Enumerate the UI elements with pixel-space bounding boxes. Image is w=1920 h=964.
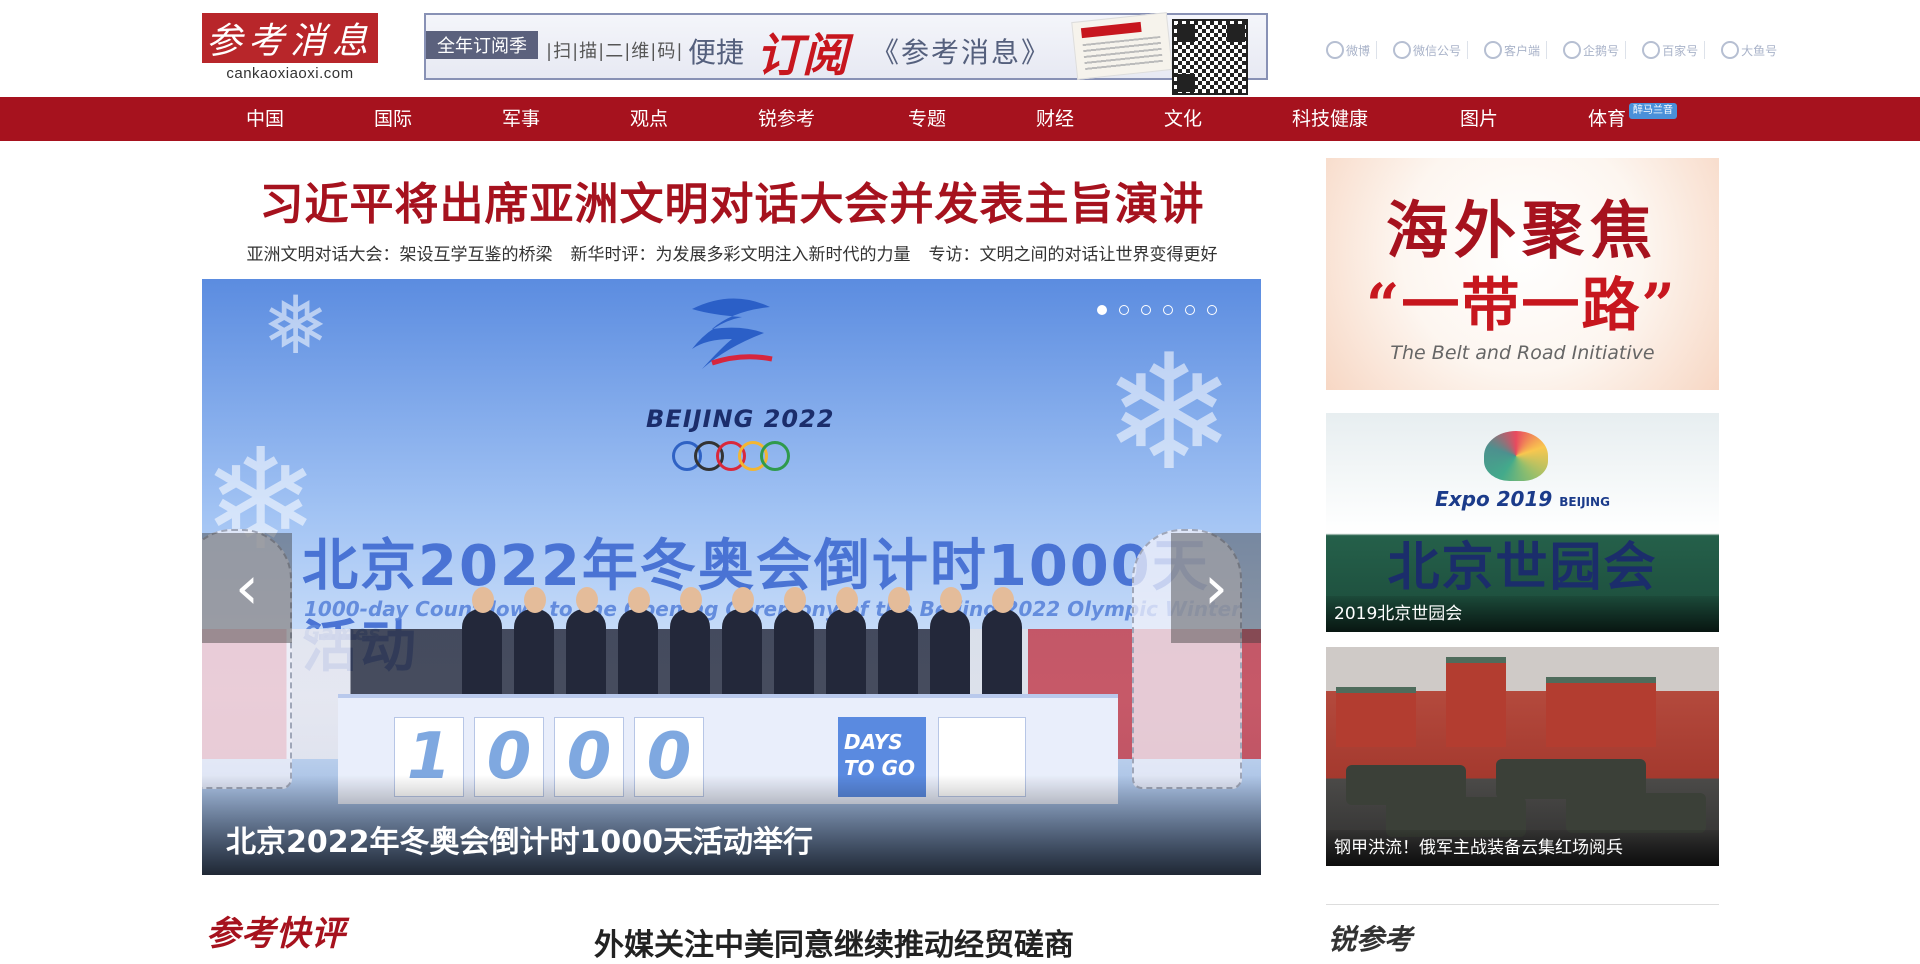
- thumb-caption: 钢甲洪流！俄军主战装备云集红场阅兵: [1326, 830, 1719, 866]
- newspaper-image: [1071, 12, 1173, 80]
- promo-belt-road[interactable]: 海外聚焦 “一带一路” The Belt and Road Initiative: [1326, 158, 1719, 390]
- expo-city: BEIJING: [1559, 495, 1610, 509]
- slider-dots: [1097, 305, 1217, 315]
- promo-red-square-parade[interactable]: 钢甲洪流！俄军主战装备云集红场阅兵: [1326, 647, 1719, 866]
- paper-name: 《参考消息》: [871, 36, 1052, 69]
- photo-slider[interactable]: ❄ ❄ ❅ BEIJING 2022 北京2022年冬奥会倒计时1000天活动 …: [202, 279, 1261, 875]
- social-links: 微博 微信公号 客户端 企鹅号 百家号 大鱼号: [1320, 32, 1783, 68]
- nav-badge: 醉马兰音: [1629, 103, 1678, 119]
- tower-shape: [1546, 677, 1656, 747]
- chevron-right-icon: ›: [1204, 553, 1228, 623]
- nav-item-sports: 体育: [1588, 108, 1627, 130]
- convenient-text: 便捷: [688, 36, 745, 69]
- nav-item-ruicankao[interactable]: 锐参考: [758, 97, 908, 141]
- social-wechat[interactable]: 微信公号: [1387, 41, 1469, 59]
- slider-next-button[interactable]: ›: [1171, 533, 1261, 643]
- sub-link[interactable]: 专访：文明之间的对话让世界变得更好: [929, 240, 1218, 265]
- nav-item-opinion[interactable]: 观点: [630, 97, 758, 141]
- site-header: 参考消息 cankaoxiaoxi.com 全年订阅季 |扫|描|二|维|码| …: [0, 0, 1920, 97]
- social-label: 微信公号: [1413, 43, 1462, 58]
- subscribe-text: 订阅: [756, 28, 848, 82]
- top-headline[interactable]: 习近平将出席亚洲文明对话大会并发表主旨演讲: [202, 168, 1262, 232]
- social-label: 客户端: [1504, 43, 1541, 58]
- slide-caption[interactable]: 北京2022年冬奥会倒计时1000天活动举行: [226, 817, 813, 861]
- social-label: 微博: [1346, 43, 1371, 58]
- subscribe-banner[interactable]: 全年订阅季 |扫|描|二|维|码| 便捷 订阅 《参考消息》: [424, 12, 1268, 95]
- sub-link[interactable]: 新华时评：为发展多彩文明注入新时代的力量: [571, 240, 911, 265]
- social-label: 大鱼号: [1741, 43, 1778, 58]
- social-weibo[interactable]: 微博: [1320, 41, 1378, 59]
- kuaiping-headline[interactable]: 外媒关注中美同意继续推动经贸磋商: [594, 920, 1074, 964]
- wechat-icon: [1393, 41, 1412, 59]
- nav-item-china[interactable]: 中国: [246, 97, 374, 141]
- penguin-icon: [1563, 41, 1582, 59]
- slider-dot[interactable]: [1097, 305, 1107, 315]
- baijia-icon: [1642, 41, 1661, 59]
- weibo-icon: [1326, 41, 1344, 59]
- sidebar-divider: [1326, 904, 1719, 905]
- app-icon: [1484, 41, 1503, 59]
- section-title-ruicankao: 锐参考: [1328, 923, 1413, 956]
- slider-dot[interactable]: [1119, 305, 1129, 315]
- slider-dot[interactable]: [1141, 305, 1151, 315]
- social-penguin[interactable]: 企鹅号: [1557, 41, 1627, 59]
- scan-qr-text: |扫|描|二|维|码|: [546, 41, 684, 62]
- beijing-2022-text: BEIJING 2022: [646, 405, 835, 433]
- slider-dot[interactable]: [1163, 305, 1173, 315]
- slider-dot[interactable]: [1207, 305, 1217, 315]
- promo-title: 海外聚焦: [1386, 194, 1659, 267]
- olympic-rings: [672, 441, 790, 471]
- nav-list: 中国 国际 军事 观点 锐参考 专题 财经 文化 科技健康 图片 体育 醉马兰音: [246, 97, 1678, 141]
- social-baijia[interactable]: 百家号: [1636, 41, 1706, 59]
- snowflake-icon: ❅: [262, 279, 330, 372]
- social-dayu[interactable]: 大鱼号: [1715, 41, 1783, 59]
- slider-prev-button[interactable]: ‹: [202, 533, 292, 643]
- social-label: 企鹅号: [1583, 43, 1620, 58]
- nav-item-military[interactable]: 军事: [502, 97, 630, 141]
- tower-shape: [1446, 657, 1506, 747]
- days-line: DAYS: [844, 730, 903, 754]
- logo-mark: 参考消息: [202, 13, 378, 63]
- nav-item-photos[interactable]: 图片: [1460, 97, 1588, 141]
- thumb-caption: 2019北京世园会: [1326, 596, 1719, 632]
- qr-code: [1172, 19, 1248, 95]
- promo-en-text: The Belt and Road Initiative: [1390, 342, 1655, 364]
- snowflake-icon: ❄: [1102, 319, 1237, 506]
- social-app[interactable]: 客户端: [1478, 41, 1548, 59]
- social-label: 百家号: [1662, 43, 1699, 58]
- site-logo[interactable]: 参考消息 cankaoxiaoxi.com: [202, 13, 378, 83]
- expo-logo-icon: [1484, 431, 1548, 481]
- promo-expo-2019[interactable]: Expo 2019 BEIJING 北京世园会 2019北京世园会: [1326, 413, 1719, 632]
- nav-item-culture[interactable]: 文化: [1164, 97, 1292, 141]
- nav-item-tech-health[interactable]: 科技健康: [1292, 97, 1460, 141]
- tank-shape: [1566, 793, 1706, 833]
- nav-item-sports-wrap[interactable]: 体育 醉马兰音: [1588, 97, 1678, 141]
- subscribe-tag: 全年订阅季: [426, 31, 538, 59]
- main-nav: 中国 国际 军事 观点 锐参考 专题 财经 文化 科技健康 图片 体育 醉马兰音: [0, 97, 1920, 141]
- nav-item-finance[interactable]: 财经: [1036, 97, 1164, 141]
- headline-sub-links: 亚洲文明对话大会：架设互学互鉴的桥梁 新华时评：为发展多彩文明注入新时代的力量 …: [202, 240, 1262, 265]
- chevron-left-icon: ‹: [235, 553, 259, 623]
- expo-title: Expo 2019 BEIJING: [1326, 487, 1719, 511]
- nav-item-international[interactable]: 国际: [374, 97, 502, 141]
- slider-dot[interactable]: [1185, 305, 1195, 315]
- nav-item-topics[interactable]: 专题: [908, 97, 1036, 141]
- section-title-kuaiping: 参考快评: [206, 914, 346, 954]
- promo-subtitle: “一带一路”: [1366, 271, 1677, 339]
- beijing-2022-emblem: [692, 298, 773, 369]
- tower-shape: [1336, 687, 1416, 747]
- expo-name: Expo 2019: [1435, 487, 1553, 511]
- ring: [760, 441, 790, 471]
- logo-url: cankaoxiaoxi.com: [226, 65, 354, 82]
- sub-link[interactable]: 亚洲文明对话大会：架设互学互鉴的桥梁: [247, 240, 553, 265]
- dayu-icon: [1721, 41, 1740, 59]
- expo-big-title: 北京世园会: [1387, 538, 1658, 598]
